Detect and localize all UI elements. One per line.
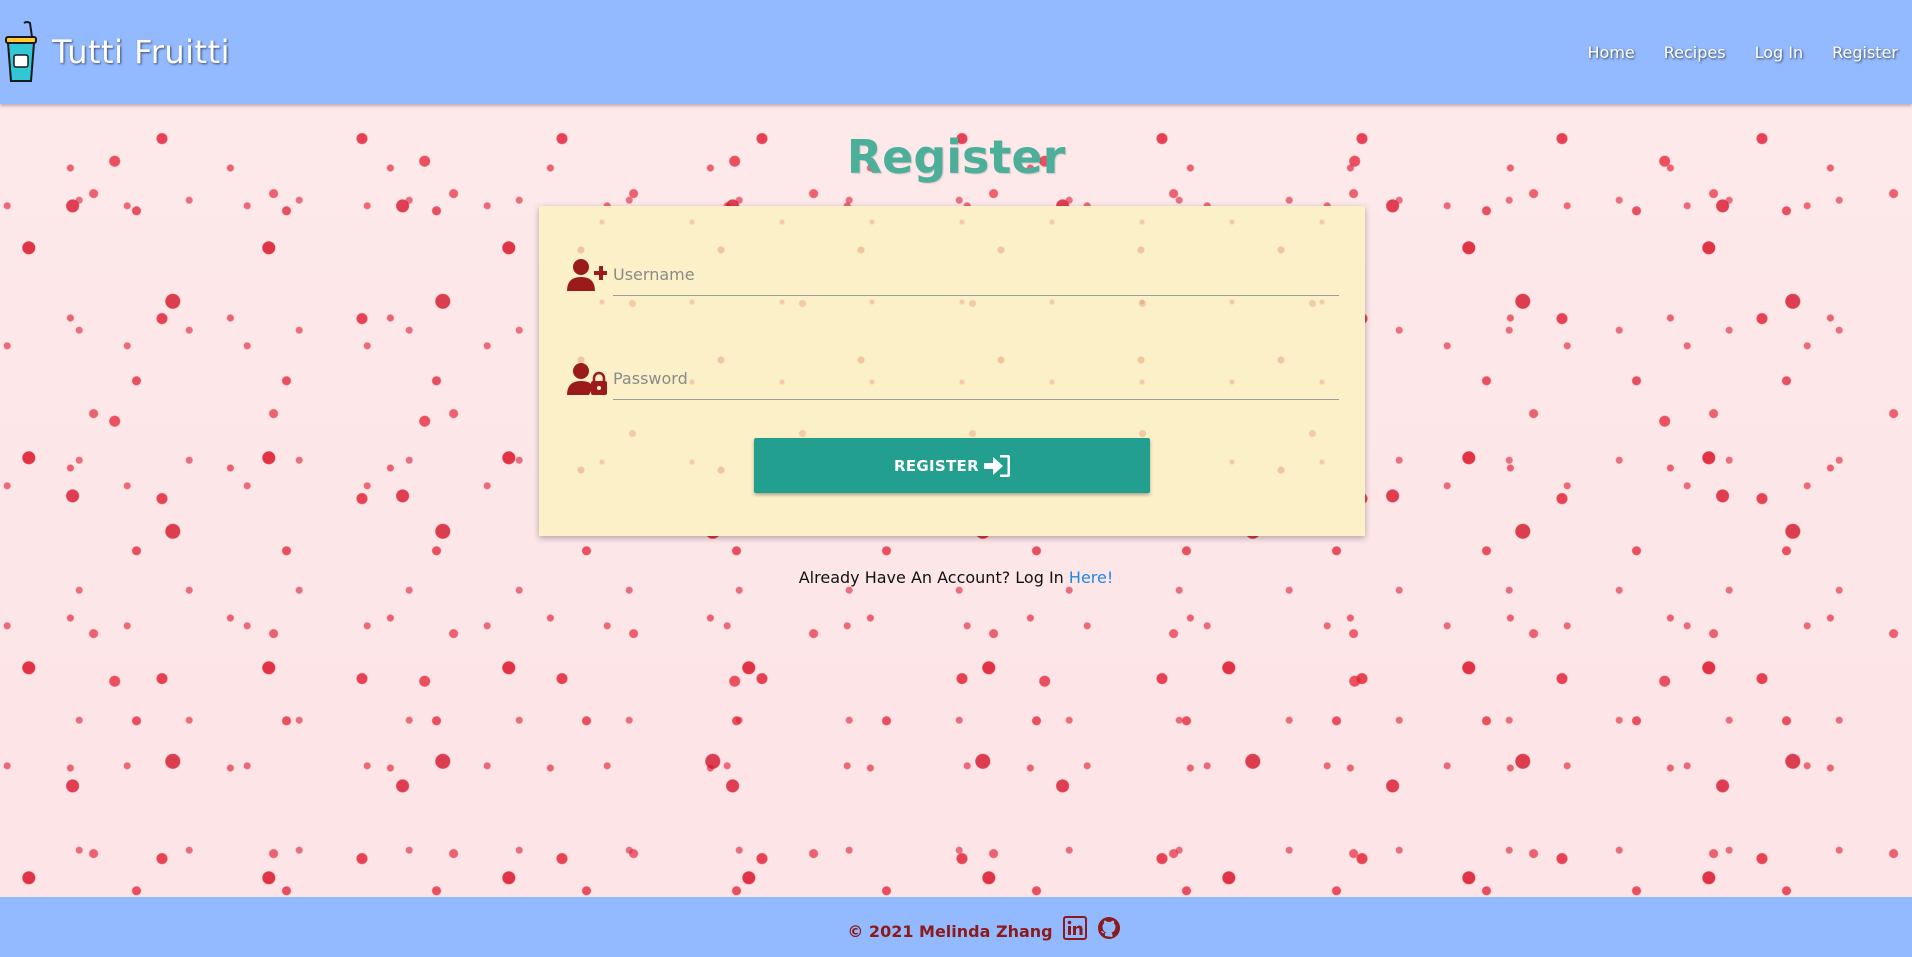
nav-register-link[interactable]: Register (1832, 43, 1898, 62)
brand[interactable]: Tutti Fruitti (2, 19, 230, 85)
linkedin-icon[interactable] (1062, 916, 1087, 940)
login-prompt-text: Already Have An Account? Log In (798, 568, 1069, 587)
register-card: REGISTER (539, 206, 1365, 536)
sign-in-icon (983, 454, 1010, 477)
github-icon[interactable] (1097, 916, 1121, 940)
user-plus-icon (567, 259, 607, 291)
password-input[interactable] (613, 356, 1339, 400)
user-lock-icon (567, 363, 607, 395)
navbar: Tutti Fruitti Home Recipes Log In Regist… (0, 0, 1912, 104)
footer: © 2021 Melinda Zhang (0, 897, 1912, 957)
nav-recipes-link[interactable]: Recipes (1664, 43, 1726, 62)
nav-links: Home Recipes Log In Register (1559, 0, 1898, 104)
brand-name: Tutti Fruitti (52, 33, 231, 71)
username-input[interactable] (613, 252, 1339, 296)
register-button[interactable]: REGISTER (754, 438, 1150, 493)
login-here-link[interactable]: Here! (1069, 568, 1113, 587)
smoothie-cup-icon (5, 21, 37, 82)
register-button-label: REGISTER (894, 456, 979, 475)
login-prompt: Already Have An Account? Log In Here! (0, 568, 1912, 587)
username-field (567, 252, 1339, 302)
password-field (567, 356, 1339, 406)
page-title: Register (846, 130, 1066, 184)
nav-home-link[interactable]: Home (1588, 43, 1635, 62)
nav-login-link[interactable]: Log In (1755, 43, 1804, 62)
footer-copyright: © 2021 Melinda Zhang (847, 921, 1053, 941)
